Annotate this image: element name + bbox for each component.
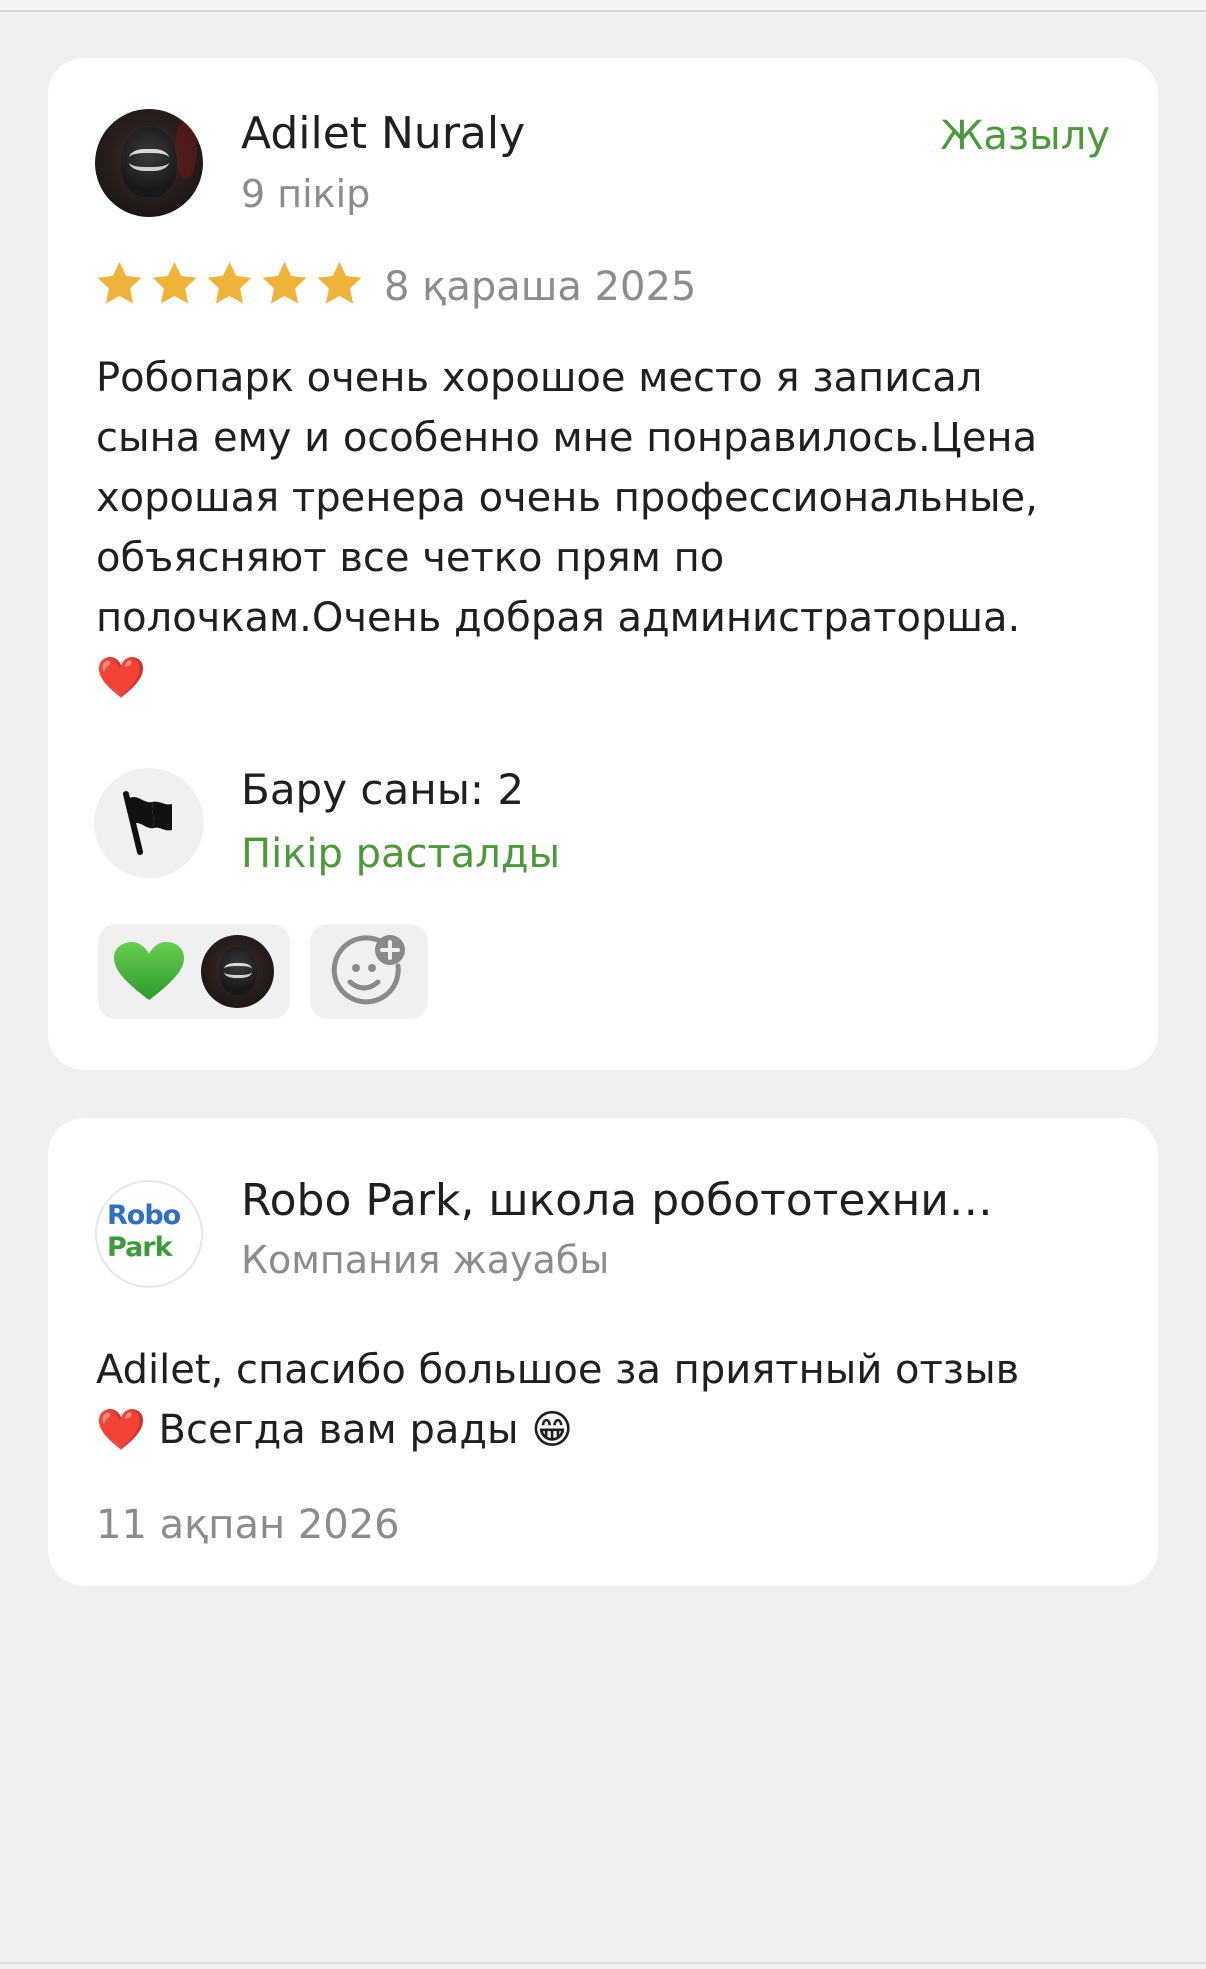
bottom-divider [0,1962,1206,1964]
reply-text: Adilet, спасибо большое за приятный отзы… [96,1347,1020,1453]
rating-stars [94,258,365,309]
visits-count: Бару саны: 2 [241,765,525,814]
add-reaction-button[interactable] [310,924,428,1019]
visits-flag-button [94,768,204,878]
reactor-avatar [201,935,274,1008]
company-name[interactable]: Robo Park, школа робототехни… [241,1173,1101,1229]
review-card: Adilet Nuraly 9 пікір Жазылу 8 қараша 20… [48,58,1158,1070]
star-icon [262,261,307,304]
green-heart-icon [114,942,184,1000]
avatar-accent [175,119,197,179]
review-date: 8 қараша 2025 [384,264,697,310]
logo-line-2: Park [107,1232,173,1263]
avatar-mark [129,149,169,171]
author-name[interactable]: Adilet Nuraly [241,106,525,162]
star-icon [97,261,142,304]
review-text: Робопарк очень хорошое место я записал с… [96,355,1038,701]
subscribe-button[interactable]: Жазылу [940,110,1110,162]
author-avatar[interactable] [95,109,203,217]
company-reply-label: Компания жауабы [241,1238,610,1282]
star-icon [152,261,197,304]
company-reply-card: Robo Park Robo Park, школа робототехни… … [48,1118,1158,1586]
flag-icon [123,791,172,855]
top-divider [0,0,1206,12]
reactor-mark [224,963,252,978]
author-review-count: 9 пікір [241,172,371,216]
star-icon [317,261,362,304]
reply-date: 11 ақпан 2026 [96,1502,400,1548]
review-confirmed-link[interactable]: Пікір расталды [241,828,560,880]
company-logo[interactable]: Robo Park [95,1180,203,1288]
logo-line-1: Robo [107,1200,181,1231]
star-icon [207,261,252,304]
add-reaction-icon [331,935,405,1005]
reaction-pill[interactable] [98,924,290,1019]
